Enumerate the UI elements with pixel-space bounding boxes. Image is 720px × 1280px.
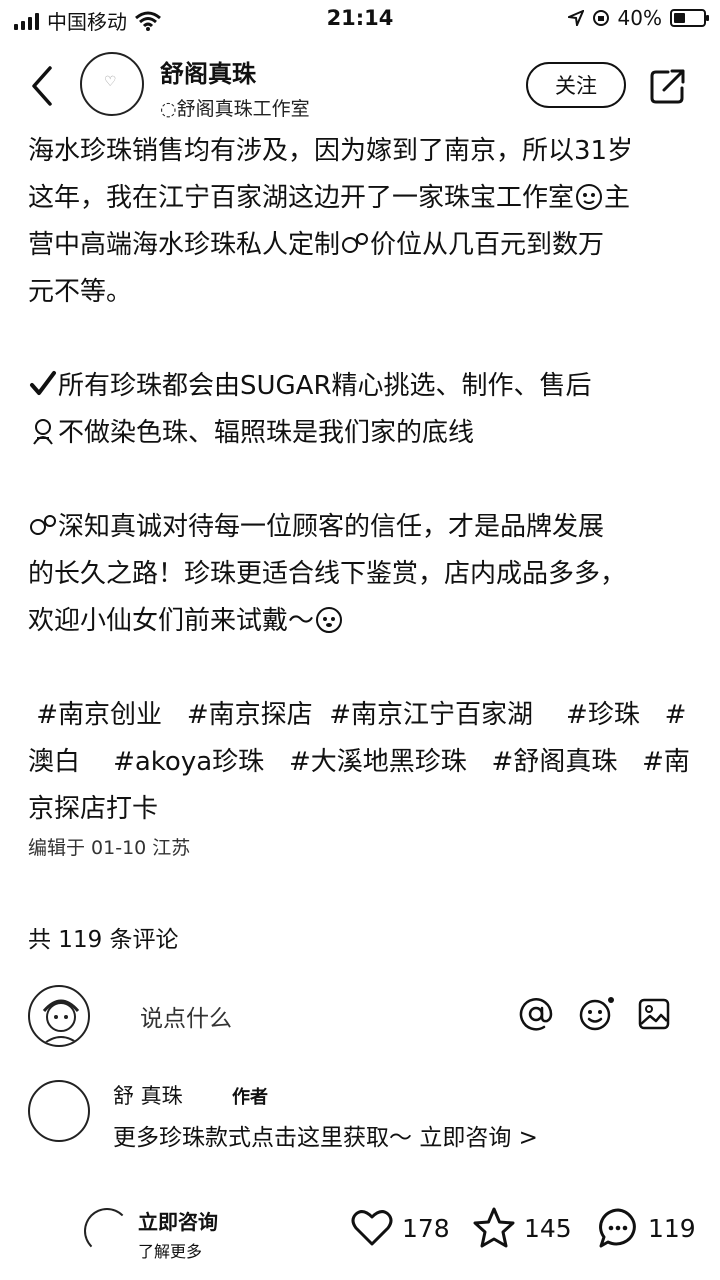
follow-button[interactable]: 关注: [526, 62, 626, 108]
consult-link[interactable]: 立即咨询 >: [419, 1125, 538, 1151]
smile-icon[interactable]: [578, 996, 614, 1032]
heart-icon: [351, 1210, 393, 1246]
hashtag[interactable]: #大溪地黑珍珠: [289, 747, 467, 777]
text-line: 所有珍珠都会由SUGAR精心挑选、制作、售后: [58, 371, 592, 401]
post-header: 舒阁真珠 ◌舒阁真珠工作室 关注: [0, 40, 720, 130]
location-icon: [567, 10, 584, 26]
learn-more-label[interactable]: 了解更多: [138, 1238, 202, 1262]
comment-input[interactable]: 说点什么: [110, 990, 490, 1042]
girl-emoji-icon: [33, 419, 53, 445]
comment-button[interactable]: 119: [596, 1206, 696, 1250]
hashtag[interactable]: 澳白: [28, 747, 80, 777]
text-line: 这年，我在江宁百家湖这边开了一家珠宝工作室: [28, 183, 575, 213]
hashtag[interactable]: #akoya珍珠: [113, 747, 264, 777]
hashtag[interactable]: 京探店打卡: [28, 794, 158, 824]
reply-text: 更多珍珠款式点击这里获取～: [113, 1125, 412, 1151]
comment-icon: [599, 1208, 636, 1248]
chevron-left-icon[interactable]: [22, 62, 62, 110]
reply-author-name[interactable]: 舒 真珠: [113, 1080, 183, 1110]
sparkle-face-emoji-icon: [576, 184, 603, 210]
check-mark-icon: [30, 371, 56, 395]
reply-content: 更多珍珠款式点击这里获取～ 立即咨询 >: [113, 1118, 538, 1152]
paragraph: 所有珍珠都会由SUGAR精心挑选、制作、售后 不做染色珠、辐照珠是我们家的底线: [28, 363, 698, 457]
author-name[interactable]: 舒阁真珠: [160, 54, 256, 89]
shop-avatar[interactable]: [84, 1208, 130, 1254]
hashtag[interactable]: #舒阁真珠: [492, 747, 618, 777]
battery-icon: [670, 9, 709, 27]
hashtag[interactable]: #南京江宁百家湖: [329, 700, 533, 730]
pearl-emoji-icon: [30, 515, 56, 535]
at-icon[interactable]: [518, 996, 554, 1032]
text-line: 不做染色珠、辐照珠是我们家的底线: [58, 418, 475, 448]
user-avatar-image: [40, 999, 82, 1045]
tag-list: #南京创业 #南京探店 #南京江宁百家湖 #珍珠 # 澳白 #akoya珍珠 #…: [28, 692, 698, 833]
battery-percent: 40%: [617, 6, 662, 30]
hashtag[interactable]: #珍珠: [566, 700, 640, 730]
text-line: 元不等。: [28, 277, 133, 307]
collect-button[interactable]: 145: [472, 1206, 572, 1250]
reply-avatar[interactable]: [28, 1080, 90, 1142]
hashtag[interactable]: #南: [642, 747, 690, 777]
text-line: 主: [604, 183, 631, 213]
status-right: 40%: [567, 6, 709, 30]
text-line: 海水珍珠销售均有涉及，因为嫁到了南京，所以31岁: [28, 136, 634, 166]
post-content: 海水珍珠销售均有涉及，因为嫁到了南京，所以31岁 这年，我在江宁百家湖这边开了一…: [28, 128, 698, 833]
hashtag[interactable]: #: [665, 700, 687, 730]
star-icon: [473, 1207, 515, 1248]
pearl-emoji-icon: [342, 233, 369, 253]
cute-face-emoji-icon: [316, 607, 343, 633]
share-icon[interactable]: [648, 66, 688, 106]
rotation-lock-icon: [592, 10, 609, 26]
paragraph: 深知真诚对待每一位顾客的信任，才是品牌发展 的长久之路！珍珠更适合线下鉴赏，店内…: [28, 504, 698, 645]
bottom-bar: 立即咨询 了解更多 178 145 119: [0, 1190, 720, 1280]
text-line: 价位从几百元到数万: [370, 230, 605, 260]
text-line: 营中高端海水珍珠私人定制: [28, 230, 341, 260]
hashtag[interactable]: #南京探店: [187, 700, 313, 730]
text-line: 欢迎小仙女们前来试戴～: [28, 606, 315, 636]
like-button[interactable]: 178: [350, 1206, 450, 1250]
image-icon[interactable]: [636, 996, 672, 1032]
comment-count: 共 119 条评论: [28, 927, 179, 953]
author-badge: 作者: [232, 1087, 268, 1108]
text-line: 的长久之路！珍珠更适合线下鉴赏，店内成品多多，: [28, 559, 627, 589]
author-subtitle: ◌舒阁真珠工作室: [160, 98, 310, 120]
hashtag[interactable]: #南京创业: [36, 700, 162, 730]
paragraph: 海水珍珠销售均有涉及，因为嫁到了南京，所以31岁 这年，我在江宁百家湖这边开了一…: [28, 128, 698, 316]
author-avatar[interactable]: [80, 52, 144, 116]
star-count: 145: [524, 1213, 572, 1243]
text-line: 深知真诚对待每一位顾客的信任，才是品牌发展: [58, 512, 605, 542]
status-bar: 中国移动 21:14 40%: [0, 0, 720, 36]
consult-button[interactable]: 立即咨询: [138, 1206, 218, 1235]
like-count: 178: [402, 1213, 450, 1243]
comment-count-bottom: 119: [648, 1213, 696, 1243]
edit-info: 编辑于 01-10 江苏: [28, 837, 191, 859]
user-avatar[interactable]: [28, 985, 90, 1047]
